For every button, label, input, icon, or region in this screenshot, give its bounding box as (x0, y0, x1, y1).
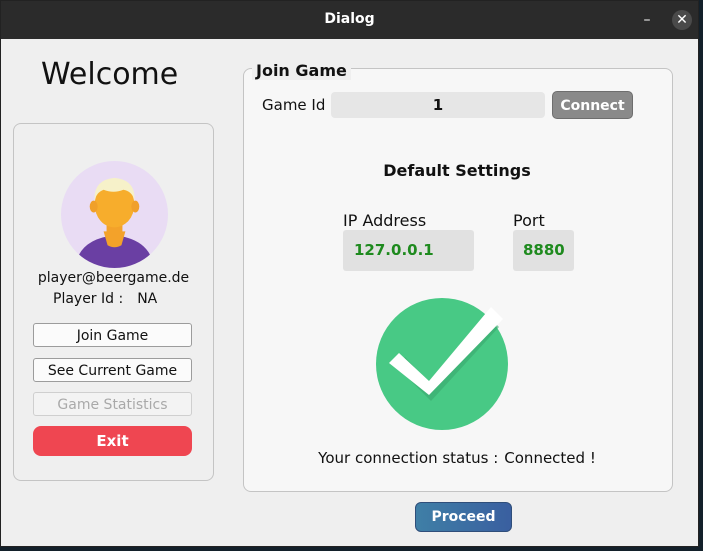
window-title: Dialog (324, 11, 375, 27)
close-icon[interactable]: ✕ (672, 10, 692, 30)
join-game-button[interactable]: Join Game (33, 323, 192, 347)
port-field[interactable]: 8880 (513, 230, 574, 271)
connection-status-label: Your connection status : (318, 449, 499, 467)
dialog-window: Dialog – ✕ Welcome player@beergame.de Pl… (0, 0, 699, 547)
exit-button[interactable]: Exit (33, 426, 192, 456)
welcome-heading: Welcome (41, 57, 179, 92)
player-id-label: Player Id : (53, 291, 124, 307)
ip-address-field[interactable]: 127.0.0.1 (343, 230, 474, 271)
minimize-icon[interactable]: – (637, 10, 657, 30)
player-id-row: Player Id : NA (53, 291, 157, 307)
game-statistics-button[interactable]: Game Statistics (33, 392, 192, 416)
connection-status-value: Connected ! (504, 449, 596, 467)
connect-button[interactable]: Connect (552, 91, 633, 119)
title-bar: Dialog – ✕ (1, 1, 698, 39)
ip-address-label: IP Address (343, 211, 427, 230)
player-id-value: NA (137, 291, 158, 307)
game-id-input[interactable]: 1 (331, 92, 545, 118)
port-label: Port (513, 211, 545, 230)
profile-panel: player@beergame.de Player Id : NA Join Ga… (13, 123, 214, 481)
connection-status-row: Your connection status : Connected ! (244, 449, 670, 467)
avatar-icon (60, 160, 169, 269)
proceed-button[interactable]: Proceed (415, 502, 512, 532)
player-email: player@beergame.de (37, 270, 190, 286)
join-game-group-title: Join Game (252, 61, 351, 80)
default-settings-title: Default Settings (383, 161, 531, 180)
check-circle-icon (376, 298, 508, 430)
game-id-label: Game Id (262, 96, 326, 114)
see-current-game-button[interactable]: See Current Game (33, 358, 192, 382)
